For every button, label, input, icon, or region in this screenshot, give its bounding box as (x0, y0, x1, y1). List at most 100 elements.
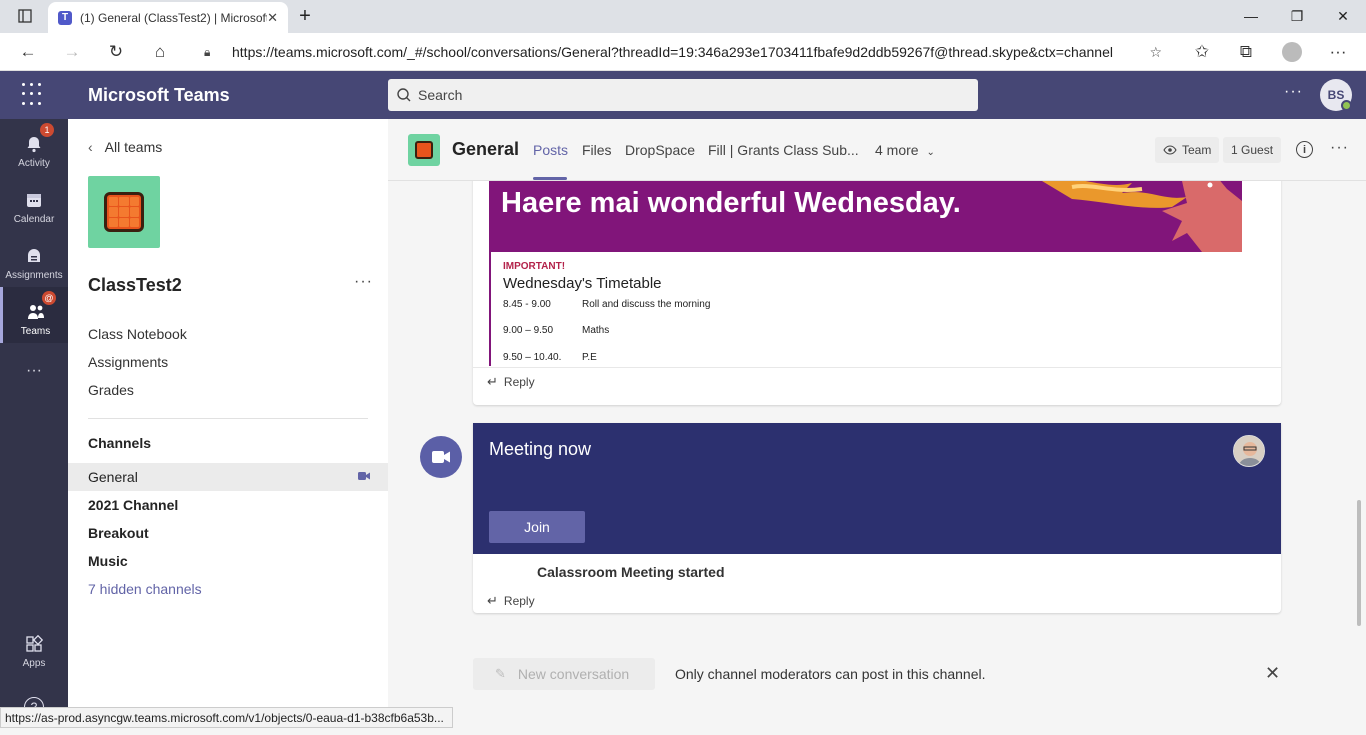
reply-button[interactable]: ↵ Reply (487, 593, 535, 609)
rail-item-assignments[interactable]: Assignments (0, 231, 68, 287)
add-favorite-icon[interactable]: ☆ (1149, 44, 1162, 61)
teams-favicon-icon: T (58, 10, 72, 25)
url-text: https://teams.microsoft.com/_#/school/co… (232, 44, 1113, 60)
moderator-note: Only channel moderators can post in this… (675, 666, 986, 682)
teams-icon (26, 302, 46, 322)
eye-icon (1163, 145, 1177, 155)
favorites-icon[interactable]: ✩ (1188, 39, 1216, 65)
rail-label: Teams (20, 326, 51, 337)
profile-icon[interactable] (1278, 39, 1306, 65)
tab-actions-icon[interactable] (10, 4, 40, 28)
bell-icon (24, 134, 44, 154)
app-title: Microsoft Teams (88, 85, 230, 105)
rail-item-apps[interactable]: Apps (0, 619, 68, 675)
close-window-icon[interactable]: ✕ (1328, 4, 1358, 28)
channel-general[interactable]: General (68, 463, 388, 491)
browser-menu-icon[interactable]: ··· (1324, 39, 1352, 65)
channel-2021[interactable]: 2021 Channel (68, 491, 388, 519)
timetable-time: 8.45 - 9.00 (503, 299, 551, 310)
search-icon (397, 88, 411, 102)
channel-music[interactable]: Music (68, 547, 388, 575)
post-timetable: Haere mai wonderful Wednesday. IMPORTANT… (473, 181, 1281, 405)
important-label: IMPORTANT! (503, 261, 566, 272)
join-meeting-button[interactable]: Join (489, 511, 585, 543)
tab-dropspace[interactable]: DropSpace (625, 142, 695, 158)
reply-button[interactable]: ↵ Reply (487, 374, 535, 390)
meeting-banner: Meeting now Join (473, 423, 1281, 554)
presence-available-icon (1341, 100, 1352, 111)
app-launcher-icon[interactable] (22, 83, 46, 107)
rail-label: Assignments (5, 270, 63, 281)
organizer-avatar[interactable] (1233, 435, 1265, 467)
team-name: ClassTest2 (88, 275, 182, 295)
active-tab-indicator (533, 177, 567, 180)
address-bar: ← → ↻ ⌂ 🔒︎ https://teams.microsoft.com/_… (0, 33, 1366, 71)
new-conversation-button[interactable]: ✎ New conversation (473, 658, 655, 690)
channel-breakout[interactable]: Breakout (68, 519, 388, 547)
assignments-link[interactable]: Assignments (88, 354, 168, 370)
timetable-time: 9.00 – 9.50 (503, 325, 554, 336)
assignments-icon (24, 246, 44, 266)
team-visibility-button[interactable]: Team (1155, 137, 1220, 163)
home-icon[interactable]: ⌂ (146, 39, 174, 65)
chevron-left-icon: ‹ (88, 139, 93, 155)
activity-badge: 1 (40, 123, 54, 137)
rail-label: Apps (22, 658, 46, 669)
meeting-icon (420, 436, 462, 478)
timetable-activity: Maths (582, 325, 610, 336)
team-pill-label: Team (1182, 143, 1212, 157)
teams-mention-badge: @ (42, 291, 56, 305)
team-more-button[interactable]: ··· (354, 273, 373, 291)
close-icon[interactable]: ✕ (1265, 663, 1280, 684)
dragon-icon (1042, 181, 1242, 252)
all-teams-label: All teams (104, 139, 163, 155)
lock-icon: 🔒︎ (204, 44, 211, 59)
rail-item-teams[interactable]: @ Teams (0, 287, 68, 343)
channel-more-button[interactable]: ··· (1330, 139, 1349, 157)
channel-team-logo (408, 134, 440, 166)
back-icon[interactable]: ← (14, 39, 42, 65)
all-teams-link[interactable]: ‹ All teams (88, 139, 162, 155)
meeting-active-icon (358, 472, 370, 480)
browser-tab-bar: T (1) General (ClassTest2) | Microsoft T… (0, 0, 1366, 33)
collections-icon[interactable]: ⧉ (1232, 39, 1260, 65)
close-tab-icon[interactable]: ✕ (267, 10, 278, 26)
post-banner-image: Haere mai wonderful Wednesday. (489, 181, 1242, 252)
grades-link[interactable]: Grades (88, 382, 134, 398)
tab-files[interactable]: Files (582, 142, 612, 158)
rail-item-activity[interactable]: 1 Activity (0, 119, 68, 175)
rail-label: Calendar (13, 214, 55, 225)
apps-icon (24, 634, 44, 654)
header-more-button[interactable]: ··· (1284, 83, 1303, 101)
tab-posts[interactable]: Posts (533, 142, 568, 158)
browser-tab-title: (1) General (ClassTest2) | Microsoft Tea… (80, 10, 268, 25)
banner-text: Haere mai wonderful Wednesday. (501, 187, 961, 219)
meeting-title: Meeting now (489, 439, 592, 459)
scrollbar[interactable] (1357, 500, 1361, 626)
rail-more-button[interactable]: ··· (0, 343, 68, 399)
refresh-icon[interactable]: ↻ (102, 39, 130, 65)
rail-item-calendar[interactable]: Calendar (0, 175, 68, 231)
channel-name: General (452, 139, 520, 159)
browser-tab[interactable]: T (1) General (ClassTest2) | Microsoft T… (48, 2, 288, 33)
status-url: https://as-prod.asyncgw.teams.microsoft.… (0, 707, 453, 728)
meeting-started-text: Calassroom Meeting started (537, 564, 725, 580)
info-icon[interactable]: i (1296, 141, 1313, 158)
calendar-icon (24, 190, 44, 210)
minimize-icon[interactable]: — (1236, 4, 1266, 28)
url-field[interactable]: 🔒︎ https://teams.microsoft.com/_#/school… (190, 38, 1174, 66)
forward-icon[interactable]: → (58, 39, 86, 65)
divider (88, 418, 368, 419)
channel-label: General (88, 469, 138, 485)
timetable-document: IMPORTANT! Wednesday's Timetable 8.45 - … (489, 252, 1242, 366)
guest-count-button[interactable]: 1 Guest (1223, 137, 1282, 163)
tab-grants-class[interactable]: Fill | Grants Class Sub... (708, 142, 859, 158)
message-list: Haere mai wonderful Wednesday. IMPORTANT… (388, 181, 1366, 728)
tab-more[interactable]: 4 more ⌄ (875, 142, 935, 158)
class-notebook-link[interactable]: Class Notebook (88, 326, 187, 342)
restore-icon[interactable]: ❐ (1282, 4, 1312, 28)
divider (473, 367, 1281, 368)
search-input[interactable]: Search (388, 79, 978, 111)
hidden-channels-link[interactable]: 7 hidden channels (68, 575, 388, 603)
new-tab-button[interactable]: + (290, 4, 320, 28)
